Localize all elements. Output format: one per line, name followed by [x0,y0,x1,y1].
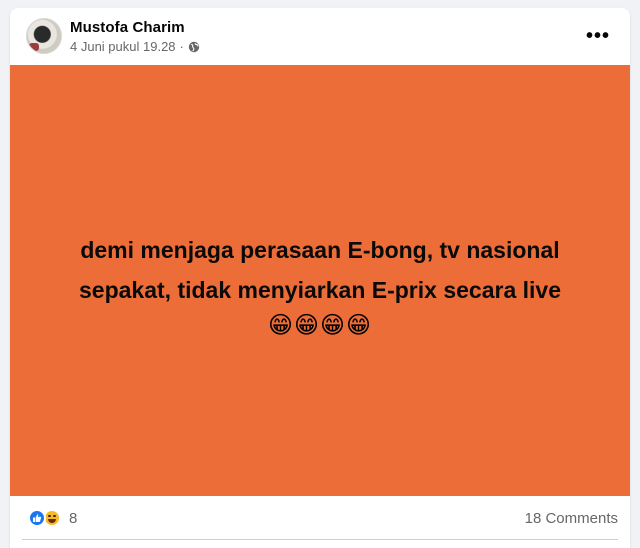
more-options-icon[interactable]: ••• [582,24,614,48]
reactions-summary[interactable]: 8 [28,509,77,527]
reaction-count: 8 [69,509,78,527]
post-footer: 8 18 Comments [10,496,630,540]
comments-count-link[interactable]: 18 Comments [525,510,618,527]
post-meta: 4 Juni pukul 19.28 · [70,39,200,54]
grinning-emoji-row: 😁😁😁😁 [267,310,373,339]
globe-icon [188,41,200,52]
author-name[interactable]: Mustofa Charim [70,19,185,36]
like-icon [28,509,46,527]
post-timestamp[interactable]: 4 Juni pukul 19.28 [70,39,176,54]
post-header: Mustofa Charim 4 Juni pukul 19.28 · ••• [10,8,630,66]
post-text: demi menjaga perasaan E-bong, tv nasiona… [79,230,561,310]
post-text-line-2: sepakat, tidak menyiarkan E-prix secara … [79,276,561,303]
post-text-line-1: demi menjaga perasaan E-bong, tv nasiona… [80,236,560,263]
post-text-background: demi menjaga perasaan E-bong, tv nasiona… [10,65,630,496]
post-card: Mustofa Charim 4 Juni pukul 19.28 · ••• … [10,8,630,548]
avatar[interactable] [26,18,62,54]
meta-separator: · [179,39,184,54]
